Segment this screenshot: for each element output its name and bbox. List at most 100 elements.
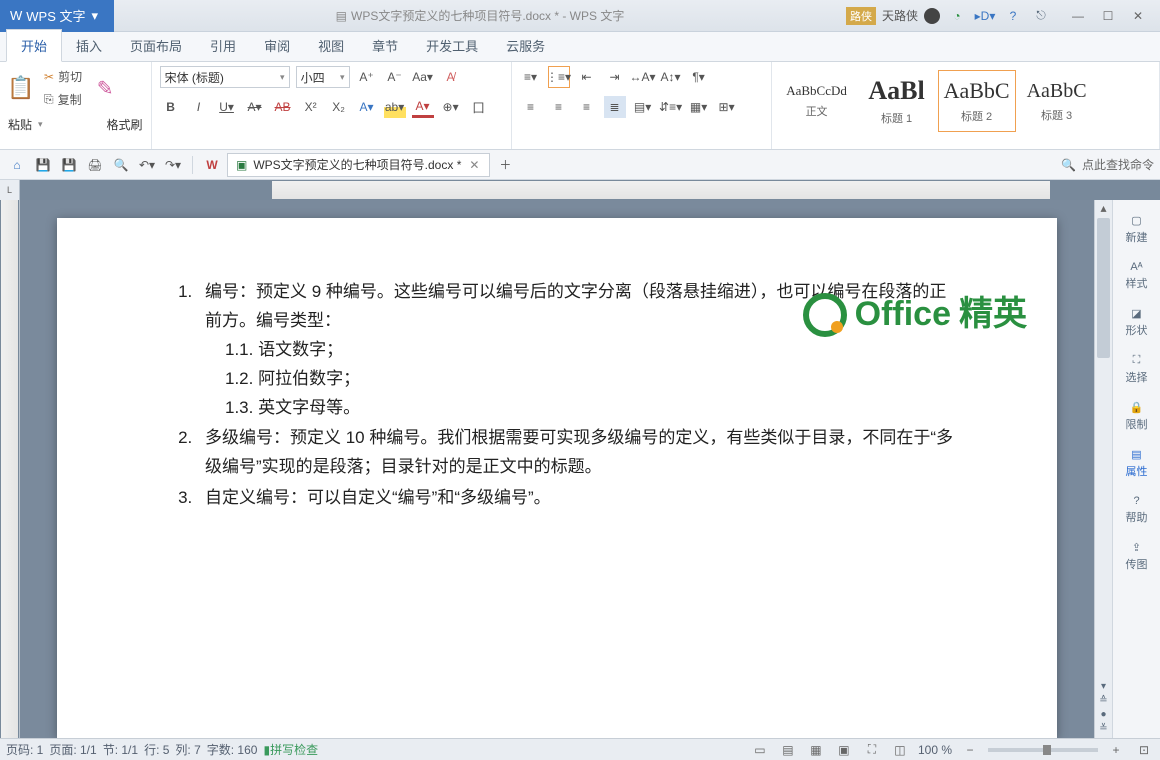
indent-button[interactable]: ⇥ bbox=[604, 66, 626, 88]
app-brand[interactable]: W WPS 文字 ▾ bbox=[0, 0, 114, 32]
strikethrough-button[interactable]: AB bbox=[272, 96, 294, 118]
qat-saveas-icon[interactable]: 💾 bbox=[58, 154, 80, 176]
grow-font-button[interactable]: A⁺ bbox=[356, 66, 378, 88]
qat-home-icon[interactable]: ⌂ bbox=[6, 154, 28, 176]
tab-insert[interactable]: 插入 bbox=[62, 30, 116, 61]
tab-cloud[interactable]: 云服务 bbox=[492, 30, 559, 61]
box-icon[interactable]: ⎋ bbox=[1030, 5, 1052, 27]
superscript-button[interactable]: X² bbox=[300, 96, 322, 118]
sort-button[interactable]: A↕▾ bbox=[660, 66, 682, 88]
line-spacing-button[interactable]: ⇵≡▾ bbox=[660, 96, 682, 118]
font-size-select[interactable]: 小四▾ bbox=[296, 66, 350, 88]
side-shape[interactable]: ◪形状 bbox=[1115, 301, 1159, 344]
style-card[interactable]: AaBbC标题 3 bbox=[1018, 70, 1096, 132]
user-badge[interactable]: 路侠 bbox=[846, 7, 876, 25]
view-fullscreen-icon[interactable]: ⛶ bbox=[862, 742, 882, 758]
next-page-icon[interactable]: ≚ bbox=[1097, 722, 1111, 734]
qat-print-icon[interactable]: 🖨 bbox=[84, 154, 106, 176]
status-pageno[interactable]: 页码: 1 bbox=[6, 741, 43, 758]
scroll-down-icon[interactable]: ▾ bbox=[1097, 680, 1111, 692]
maximize-button[interactable]: ☐ bbox=[1094, 5, 1122, 27]
cloud-d-icon[interactable]: ▸D▾ bbox=[974, 5, 996, 27]
align-justify-button[interactable]: ≣ bbox=[604, 96, 626, 118]
horizontal-ruler[interactable]: L bbox=[0, 180, 1160, 200]
view-web-icon[interactable]: ▦ bbox=[806, 742, 826, 758]
char-border-button[interactable]: 囗 bbox=[468, 96, 490, 118]
sync-icon[interactable]: ◔ bbox=[946, 5, 968, 27]
status-words[interactable]: 字数: 160 bbox=[207, 741, 258, 758]
distribute-button[interactable]: ▤▾ bbox=[632, 96, 654, 118]
spell-check-indicator[interactable]: ▮拼写检查 bbox=[263, 741, 318, 758]
search-placeholder[interactable]: 点此查找命令 bbox=[1082, 156, 1154, 173]
vertical-scrollbar[interactable]: ▴ ▾ ≙ ● ≚ bbox=[1094, 200, 1112, 738]
scroll-up-icon[interactable]: ▴ bbox=[1095, 200, 1112, 216]
zoom-out-button[interactable]: − bbox=[960, 742, 980, 758]
tab-view[interactable]: 视图 bbox=[304, 30, 358, 61]
prev-page-icon[interactable]: ≙ bbox=[1097, 694, 1111, 706]
view-outline-icon[interactable]: ▤ bbox=[778, 742, 798, 758]
show-marks-button[interactable]: ¶▾ bbox=[688, 66, 710, 88]
style-card[interactable]: AaBbCcDd正文 bbox=[778, 70, 856, 132]
side-select[interactable]: ⛶选择 bbox=[1115, 348, 1159, 391]
font-effect-button[interactable]: A▾ bbox=[356, 96, 378, 118]
side-img[interactable]: ⇪传图 bbox=[1115, 535, 1159, 578]
paste-label[interactable]: 粘贴 bbox=[8, 116, 32, 133]
subscript-button[interactable]: X₂ bbox=[328, 96, 350, 118]
brand-dropdown-icon[interactable]: ▾ bbox=[86, 8, 105, 24]
borders-button[interactable]: ⊞▾ bbox=[716, 96, 738, 118]
side-help[interactable]: ?帮助 bbox=[1115, 489, 1159, 531]
phonetic-button[interactable]: ⊕▾ bbox=[440, 96, 462, 118]
browse-object-icon[interactable]: ● bbox=[1097, 708, 1111, 720]
zoom-slider[interactable] bbox=[988, 748, 1098, 752]
zoom-in-button[interactable]: + bbox=[1106, 742, 1126, 758]
numbering-button[interactable]: ⋮≡▾ bbox=[548, 66, 570, 88]
strike-button[interactable]: A▾ bbox=[244, 96, 266, 118]
side-new[interactable]: ▢新建 bbox=[1115, 208, 1159, 251]
document-canvas[interactable]: 📄▾ Office 精英 编号：预定义 9 种编号。这些编号可以编号后的文字分离… bbox=[20, 200, 1094, 738]
fmt-label[interactable]: 格式刷 bbox=[107, 116, 143, 133]
user-name[interactable]: 天路侠 bbox=[882, 7, 918, 24]
side-prop[interactable]: ▤属性 bbox=[1115, 442, 1159, 485]
font-color-button[interactable]: A▾ bbox=[412, 96, 434, 118]
minimize-button[interactable]: — bbox=[1064, 5, 1092, 27]
highlight-button[interactable]: ab▾ bbox=[384, 96, 406, 118]
document-tab[interactable]: ▣ WPS文字预定义的七种项目符号.docx * ✕ bbox=[227, 153, 490, 177]
align-right-button[interactable]: ≡ bbox=[576, 96, 598, 118]
side-style[interactable]: Aᴬ样式 bbox=[1115, 255, 1159, 297]
view-read-icon[interactable]: ▣ bbox=[834, 742, 854, 758]
tab-layout[interactable]: 页面布局 bbox=[116, 30, 196, 61]
style-card[interactable]: AaBbC标题 2 bbox=[938, 70, 1016, 132]
style-card[interactable]: AaBl标题 1 bbox=[858, 70, 936, 132]
format-painter-button[interactable]: ✎ bbox=[92, 77, 118, 99]
change-case-button[interactable]: Aa▾ bbox=[412, 66, 434, 88]
tab-dev[interactable]: 开发工具 bbox=[412, 30, 492, 61]
side-limit[interactable]: 🔒限制 bbox=[1115, 395, 1159, 438]
tab-ref[interactable]: 引用 bbox=[196, 30, 250, 61]
tab-start[interactable]: 开始 bbox=[6, 29, 62, 62]
copy-button[interactable]: ⎘复制 bbox=[40, 89, 86, 110]
tab-chapter[interactable]: 章节 bbox=[358, 30, 412, 61]
ruler-corner[interactable]: L bbox=[0, 180, 20, 200]
qat-save-icon[interactable]: 💾 bbox=[32, 154, 54, 176]
tab-review[interactable]: 审阅 bbox=[250, 30, 304, 61]
user-avatar-icon[interactable] bbox=[924, 8, 940, 24]
ruler-toggle-icon[interactable]: ◫ bbox=[890, 742, 910, 758]
outdent-button[interactable]: ⇤ bbox=[576, 66, 598, 88]
status-section[interactable]: 节: 1/1 bbox=[103, 741, 138, 758]
qat-undo-icon[interactable]: ↶▾ bbox=[136, 154, 158, 176]
fit-page-icon[interactable]: ⊡ bbox=[1134, 742, 1154, 758]
new-tab-button[interactable]: ＋ bbox=[494, 154, 516, 176]
wps-home-icon[interactable]: W bbox=[201, 154, 223, 176]
clear-format-button[interactable]: A̸ bbox=[440, 66, 462, 88]
italic-button[interactable]: I bbox=[188, 96, 210, 118]
paste-button[interactable]: 📋 bbox=[8, 77, 34, 99]
search-icon[interactable]: 🔍 bbox=[1061, 158, 1076, 172]
char-scale-button[interactable]: ↔A▾ bbox=[632, 66, 654, 88]
shading-button[interactable]: ▦▾ bbox=[688, 96, 710, 118]
status-page[interactable]: 页面: 1/1 bbox=[49, 741, 96, 758]
help-icon[interactable]: ? bbox=[1002, 5, 1024, 27]
vertical-ruler[interactable] bbox=[0, 200, 20, 738]
scroll-thumb[interactable] bbox=[1097, 218, 1110, 358]
qat-redo-icon[interactable]: ↷▾ bbox=[162, 154, 184, 176]
view-print-icon[interactable]: ▭ bbox=[750, 742, 770, 758]
